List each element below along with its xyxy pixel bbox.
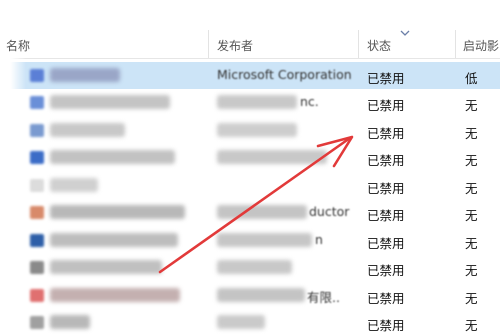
list-item[interactable]: nc. 已禁用 无 <box>0 89 500 116</box>
publisher-blurred <box>217 95 297 109</box>
sort-descending-icon <box>400 30 410 36</box>
publisher-blurred <box>217 315 265 329</box>
column-header-publisher[interactable]: 发布者 <box>217 37 253 54</box>
app-icon <box>30 206 44 219</box>
impact-value: 无 <box>465 98 478 113</box>
publisher-text: ductor <box>309 204 350 219</box>
list-item[interactable]: 已禁用 无 <box>0 172 500 199</box>
edge-fade <box>0 58 26 336</box>
status-value: 已禁用 <box>367 98 405 113</box>
status-value: 已禁用 <box>367 71 405 86</box>
publisher-blurred <box>217 233 312 247</box>
publisher-text: Microsoft Corporation <box>217 67 352 82</box>
app-name-blurred <box>50 260 162 274</box>
app-name-blurred <box>50 123 125 137</box>
list-item[interactable]: 有限.. 已禁用 无 <box>0 282 500 309</box>
impact-value: 无 <box>465 318 478 333</box>
list-item[interactable]: ductor 已禁用 无 <box>0 199 500 226</box>
column-divider[interactable] <box>455 30 456 58</box>
app-name-blurred <box>50 178 98 192</box>
impact-value: 无 <box>465 208 478 223</box>
publisher-blurred <box>217 260 292 274</box>
publisher-text: n <box>315 232 323 247</box>
status-value: 已禁用 <box>367 236 405 251</box>
publisher-blurred <box>217 150 327 164</box>
impact-value: 无 <box>465 291 478 306</box>
app-icon <box>30 96 44 109</box>
publisher-blurred <box>217 123 297 137</box>
app-icon <box>30 289 44 302</box>
app-icon <box>30 179 44 192</box>
impact-value: 无 <box>465 263 478 278</box>
app-name-blurred <box>50 288 180 302</box>
status-value: 已禁用 <box>367 181 405 196</box>
app-icon <box>30 316 44 329</box>
list-item[interactable]: 已禁用 无 <box>0 309 500 336</box>
list-item[interactable]: 已禁用 无 <box>0 144 500 171</box>
impact-value: 无 <box>465 236 478 251</box>
column-divider[interactable] <box>358 30 359 58</box>
app-icon <box>30 234 44 247</box>
app-icon <box>30 69 44 82</box>
status-value: 已禁用 <box>367 208 405 223</box>
list-item[interactable]: 已禁用 无 <box>0 117 500 144</box>
list-item[interactable]: n 已禁用 无 <box>0 227 500 254</box>
list-item[interactable]: Microsoft Corporation 已禁用 低 <box>0 62 500 89</box>
app-icon <box>30 124 44 137</box>
list-item[interactable]: 已禁用 无 <box>0 254 500 281</box>
status-value: 已禁用 <box>367 263 405 278</box>
impact-value: 无 <box>465 181 478 196</box>
app-name-blurred <box>50 233 178 247</box>
impact-value: 无 <box>465 126 478 141</box>
app-icon <box>30 151 44 164</box>
app-name-blurred <box>50 95 170 109</box>
publisher-text: nc. <box>300 94 319 109</box>
status-value: 已禁用 <box>367 153 405 168</box>
status-value: 已禁用 <box>367 126 405 141</box>
app-name-blurred <box>50 315 90 329</box>
publisher-blurred <box>217 205 307 219</box>
impact-value: 低 <box>465 71 478 86</box>
column-header-startup-impact[interactable]: 启动影 <box>463 37 499 54</box>
column-header-name[interactable]: 名称 <box>6 37 30 54</box>
impact-value: 无 <box>465 153 478 168</box>
status-value: 已禁用 <box>367 318 405 333</box>
column-header-bar: 名称 发布者 状态 启动影 <box>0 0 500 59</box>
app-icon <box>30 261 44 274</box>
app-name-blurred <box>50 205 185 219</box>
column-divider[interactable] <box>208 30 209 58</box>
app-name-blurred <box>50 150 175 164</box>
status-value: 已禁用 <box>367 291 405 306</box>
app-name-blurred <box>50 68 120 82</box>
publisher-blurred <box>217 288 305 302</box>
column-header-status[interactable]: 状态 <box>367 37 391 54</box>
publisher-text: 有限.. <box>307 290 340 305</box>
